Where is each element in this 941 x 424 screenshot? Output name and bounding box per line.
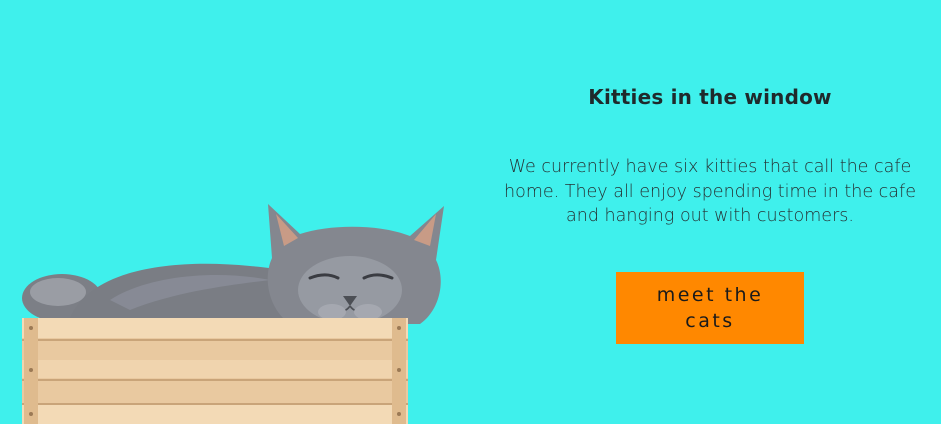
cat-in-crate-image — [22, 204, 444, 424]
kitties-section: Kitties in the window We currently have … — [0, 0, 941, 424]
meet-the-cats-button[interactable]: meet the cats — [616, 272, 804, 344]
section-description: We currently have six kitties that call … — [504, 157, 916, 226]
intro-text-block: Kitties in the window We currently have … — [490, 85, 930, 229]
section-heading: Kitties in the window — [588, 85, 832, 109]
